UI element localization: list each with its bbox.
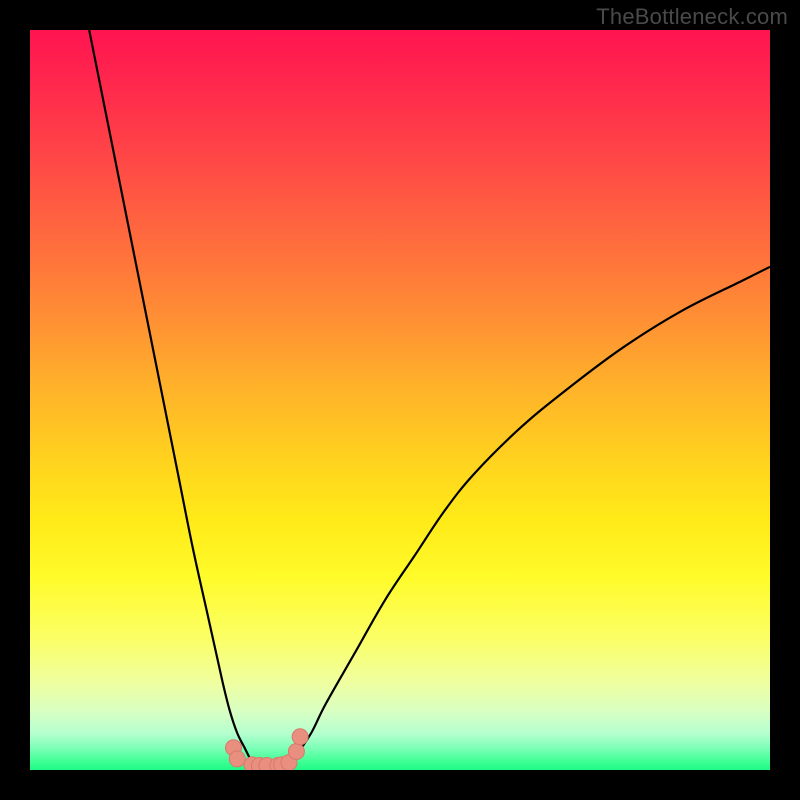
watermark-text: TheBottleneck.com [596,4,788,30]
floor-marker [229,751,245,767]
left-branch-curve [89,30,252,763]
right-branch-curve [296,267,770,755]
chart-frame: TheBottleneck.com [0,0,800,800]
plot-area [30,30,770,770]
floor-marker [288,744,304,760]
curves-layer [30,30,770,770]
floor-marker [292,729,308,745]
